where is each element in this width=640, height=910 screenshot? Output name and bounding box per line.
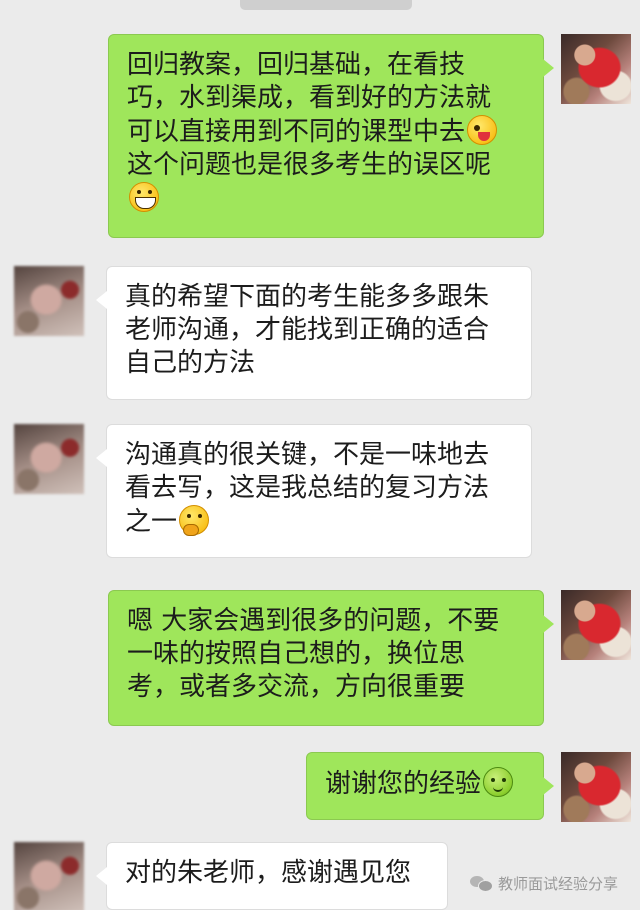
- message-text: 可以直接用到不同的课型中去: [127, 117, 466, 147]
- message-text-line: 看去写，这是我总结的复习方法: [125, 473, 490, 503]
- message-text: 之一: [125, 507, 178, 537]
- message-text-line: 沟通真的很关键，不是一味地去: [125, 440, 490, 470]
- contact-avatar[interactable]: [14, 424, 84, 494]
- timestamp-pill: [240, 0, 412, 10]
- message-text: 谢谢您的经验: [325, 769, 482, 799]
- message-text-line: 自己的方法: [125, 348, 256, 378]
- self-avatar[interactable]: [561, 590, 631, 660]
- message-bubble-incoming[interactable]: 沟通真的很关键，不是一味地去 看去写，这是我总结的复习方法 之一: [96, 424, 532, 558]
- self-avatar[interactable]: [561, 752, 631, 822]
- message-text-line: 老师沟通，才能找到正确的适合: [125, 315, 490, 345]
- message-text-line: 巧，水到渠成，看到好的方法就: [127, 83, 492, 113]
- message-text-line: 这个问题也是很多考生的误区呢: [127, 150, 492, 180]
- watermark: 教师面试经验分享: [470, 872, 618, 894]
- message-text-line: 嗯 大家会遇到很多的问题，不要: [127, 606, 500, 636]
- contact-avatar[interactable]: [14, 266, 84, 336]
- message-bubble-incoming[interactable]: 真的希望下面的考生能多多跟朱 老师沟通，才能找到正确的适合 自己的方法: [96, 266, 532, 400]
- self-avatar[interactable]: [561, 34, 631, 104]
- message-text-line: 对的朱老师，感谢遇见您: [125, 858, 412, 888]
- message-text-line: 谢谢您的经验: [325, 767, 525, 801]
- message-text-line: [127, 182, 525, 216]
- message-bubble-incoming[interactable]: 对的朱老师，感谢遇见您: [96, 842, 448, 910]
- watermark-text: 教师面试经验分享: [498, 874, 619, 893]
- grin-emoji-icon: [129, 182, 159, 212]
- message-bubble-outgoing[interactable]: 嗯 大家会遇到很多的问题，不要 一味的按照自己想的，换位思 考，或者多交流，方向…: [108, 590, 554, 726]
- message-bubble-outgoing[interactable]: 谢谢您的经验: [306, 752, 554, 820]
- message-text-line: 一味的按照自己想的，换位思: [127, 639, 466, 669]
- message-text-line: 可以直接用到不同的课型中去: [127, 115, 525, 149]
- message-text-line: 考，或者多交流，方向很重要: [127, 672, 466, 702]
- message-text-line: 之一: [125, 505, 513, 539]
- contact-avatar[interactable]: [14, 842, 84, 910]
- leaf-smile-emoji-icon: [483, 767, 514, 797]
- message-text-line: 回归教案，回归基础，在看技: [127, 50, 466, 80]
- thinking-emoji-icon: [179, 505, 210, 536]
- wink-tongue-emoji-icon: [467, 115, 498, 145]
- wechat-icon: [470, 874, 493, 892]
- message-bubble-outgoing[interactable]: 回归教案，回归基础，在看技 巧，水到渠成，看到好的方法就 可以直接用到不同的课型…: [108, 34, 554, 238]
- message-text-line: 真的希望下面的考生能多多跟朱: [125, 282, 490, 312]
